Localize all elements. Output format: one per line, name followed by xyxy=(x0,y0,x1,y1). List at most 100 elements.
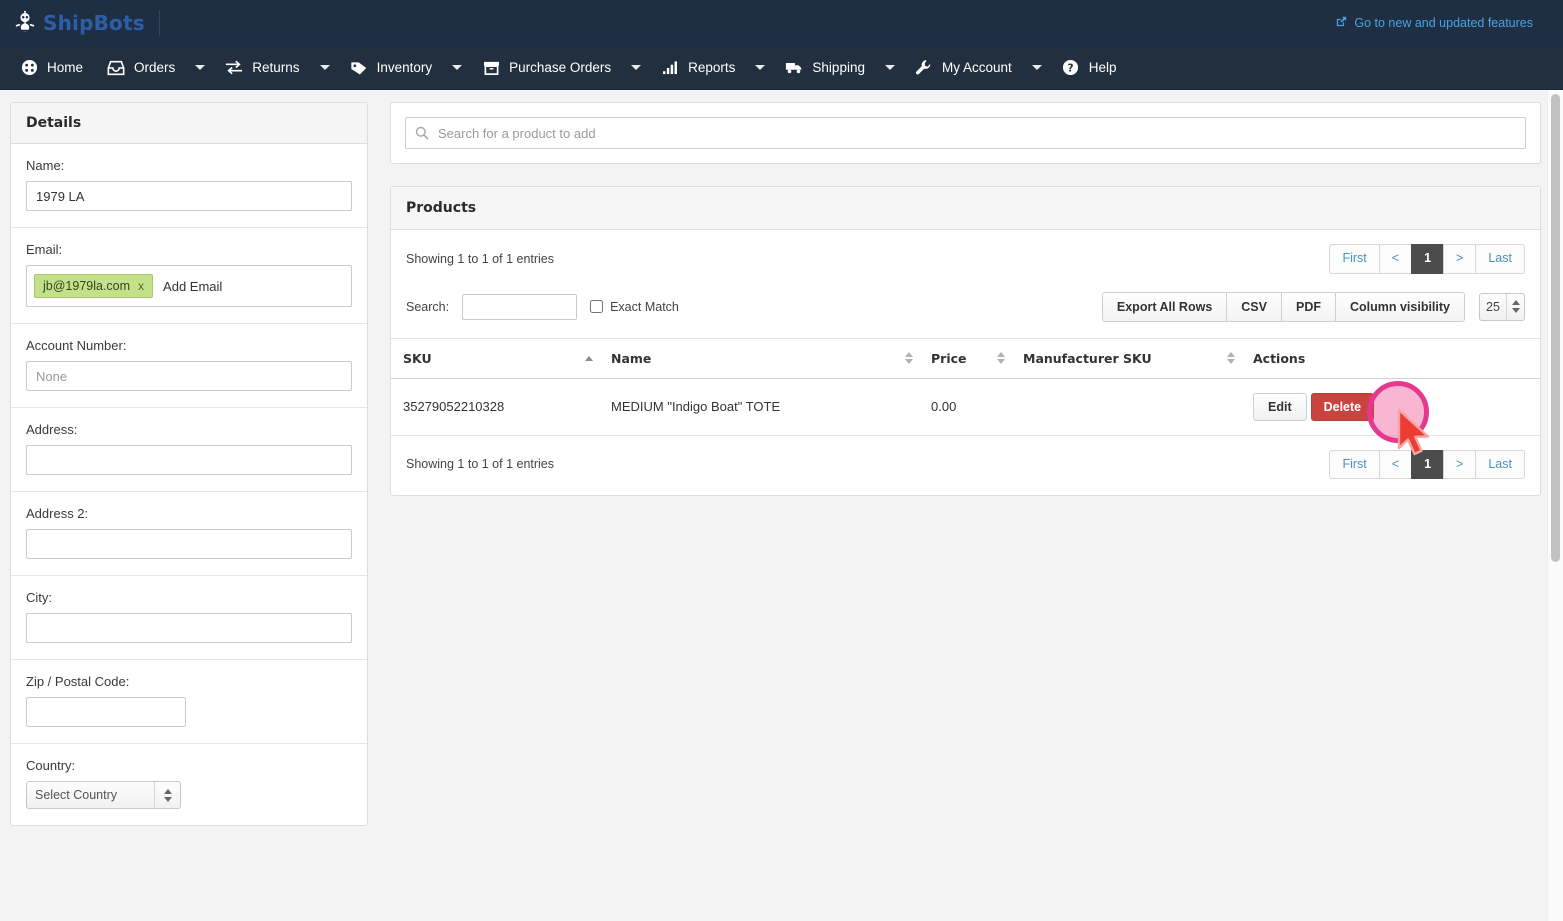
column-header-sku[interactable]: SKU xyxy=(391,337,611,379)
nav-item-purchase-orders[interactable]: Purchase Orders xyxy=(470,46,623,89)
pagination-last-bottom[interactable]: Last xyxy=(1475,449,1525,480)
nav-item-returns[interactable]: Returns xyxy=(213,46,311,89)
field-city: City: xyxy=(11,576,367,660)
product-search-panel xyxy=(390,102,1541,164)
column-label-actions: Actions xyxy=(1253,350,1306,366)
pagination-prev-bottom[interactable]: < xyxy=(1378,449,1413,480)
exact-match-label: Exact Match xyxy=(610,299,679,314)
name-input[interactable] xyxy=(26,181,352,211)
pagination-page-1-top[interactable]: 1 xyxy=(1411,244,1445,274)
table-header-row: SKU Name Price Manufacturer SKU Actions xyxy=(391,337,1540,379)
nav-caret-my-account[interactable] xyxy=(1024,46,1050,89)
field-label-country: Country: xyxy=(26,758,76,773)
table-row: 35279052210328 MEDIUM "Indigo Boat" TOTE… xyxy=(391,378,1540,436)
export-pdf-button[interactable]: PDF xyxy=(1280,291,1336,322)
products-table: SKU Name Price Manufacturer SKU Actions … xyxy=(391,337,1540,436)
entries-info-bottom: Showing 1 to 1 of 1 entries xyxy=(406,457,555,472)
table-controls: Search: Exact Match Export All Rows CSV … xyxy=(391,286,1540,338)
nav-label-home: Home xyxy=(47,60,84,75)
email-chip-remove-icon[interactable]: x xyxy=(138,279,144,293)
nav-label-my-account: My Account xyxy=(941,60,1012,75)
brand-divider xyxy=(158,10,160,36)
field-label-address: Address: xyxy=(26,422,78,437)
cell-sku: 35279052210328 xyxy=(391,378,611,436)
wrench-icon xyxy=(915,59,933,76)
field-label-name: Name: xyxy=(26,158,65,173)
exact-match-checkbox[interactable] xyxy=(590,300,604,314)
pagination-first-bottom[interactable]: First xyxy=(1329,449,1380,480)
field-label-email: Email: xyxy=(26,242,63,257)
column-header-name[interactable]: Name xyxy=(611,337,931,379)
main-content: Products Showing 1 to 1 of 1 entries Fir… xyxy=(390,102,1541,497)
city-input[interactable] xyxy=(26,613,352,643)
table-search-input[interactable] xyxy=(462,293,578,320)
vertical-scrollbar[interactable] xyxy=(1547,90,1563,921)
pagination-page-1-bottom[interactable]: 1 xyxy=(1411,449,1445,480)
new-features-link[interactable]: Go to new and updated features xyxy=(1335,15,1533,31)
product-search-input[interactable] xyxy=(405,117,1526,149)
column-header-manufacturer-sku[interactable]: Manufacturer SKU xyxy=(1023,337,1253,379)
nav-item-shipping[interactable]: Shipping xyxy=(773,46,877,89)
nav-item-my-account[interactable]: My Account xyxy=(903,46,1024,89)
nav-label-purchase-orders: Purchase Orders xyxy=(509,60,612,75)
brand-logo[interactable]: ShipBots xyxy=(14,10,145,35)
nav-caret-shipping[interactable] xyxy=(877,46,903,89)
robot-icon xyxy=(14,10,36,35)
brand-bar: ShipBots Go to new and updated features xyxy=(0,0,1563,46)
nav-caret-purchase-orders[interactable] xyxy=(623,46,649,89)
field-email: Email: jb@1979la.com x Add Email xyxy=(11,228,367,324)
truck-icon xyxy=(785,60,803,75)
nav-caret-reports[interactable] xyxy=(747,46,773,89)
email-tags-box[interactable]: jb@1979la.com x Add Email xyxy=(26,265,352,307)
external-link-icon xyxy=(1335,15,1348,31)
export-csv-button[interactable]: CSV xyxy=(1226,291,1282,322)
pagination-prev-top[interactable]: < xyxy=(1378,244,1413,274)
exact-match-toggle[interactable]: Exact Match xyxy=(590,300,679,314)
field-label-address2: Address 2: xyxy=(26,506,89,521)
nav-caret-inventory[interactable] xyxy=(444,46,470,89)
bar-chart-icon xyxy=(661,60,679,75)
field-address: Address: xyxy=(11,408,367,492)
products-panel-title: Products xyxy=(391,187,1540,230)
edit-button[interactable]: Edit xyxy=(1253,392,1307,421)
field-label-city: City: xyxy=(26,590,52,605)
svg-text:?: ? xyxy=(1068,62,1074,74)
column-visibility-button[interactable]: Column visibility xyxy=(1334,291,1465,322)
sort-asc-icon xyxy=(585,355,593,361)
nav-caret-returns[interactable] xyxy=(312,46,338,89)
nav-item-home[interactable]: Home xyxy=(8,46,95,89)
address-input[interactable] xyxy=(26,445,352,475)
box-icon xyxy=(482,60,500,76)
column-header-price[interactable]: Price xyxy=(931,337,1023,379)
question-circle-icon: ? xyxy=(1062,59,1080,76)
pagination-next-bottom[interactable]: > xyxy=(1443,449,1477,480)
sort-both-icon xyxy=(1227,352,1235,365)
pagination-next-top[interactable]: > xyxy=(1443,244,1477,274)
export-all-rows-button[interactable]: Export All Rows xyxy=(1101,291,1228,322)
country-select[interactable]: Select Country xyxy=(26,781,181,809)
nav-item-reports[interactable]: Reports xyxy=(649,46,747,89)
zip-input[interactable] xyxy=(26,697,186,727)
new-features-label: Go to new and updated features xyxy=(1354,16,1533,30)
pagination-first-top[interactable]: First xyxy=(1329,244,1380,274)
nav-caret-orders[interactable] xyxy=(187,46,213,89)
address2-input[interactable] xyxy=(26,529,352,559)
details-panel-title: Details xyxy=(11,103,367,144)
delete-button[interactable]: Delete xyxy=(1310,392,1375,421)
page-body: Details Name: Email: jb@1979la.com x Add… xyxy=(0,90,1563,921)
table-search-group: Search: Exact Match xyxy=(406,293,679,320)
nav-item-help[interactable]: ? Help xyxy=(1050,46,1129,89)
email-chip: jb@1979la.com x xyxy=(34,274,154,298)
chevron-updown-icon xyxy=(1506,293,1524,320)
column-label-sku: SKU xyxy=(403,350,432,366)
nav-item-orders[interactable]: Orders xyxy=(95,46,187,89)
scrollbar-thumb[interactable] xyxy=(1551,94,1560,562)
products-panel-body: Showing 1 to 1 of 1 entries First < 1 > … xyxy=(391,230,1540,495)
page-length-select[interactable]: 25 xyxy=(1479,292,1525,321)
nav-item-inventory[interactable]: Inventory xyxy=(338,46,445,89)
pagination-last-top[interactable]: Last xyxy=(1475,244,1525,274)
account-number-input[interactable] xyxy=(26,361,352,391)
add-email-button[interactable]: Add Email xyxy=(163,279,222,294)
sort-both-icon xyxy=(997,352,1005,365)
field-name: Name: xyxy=(11,144,367,228)
